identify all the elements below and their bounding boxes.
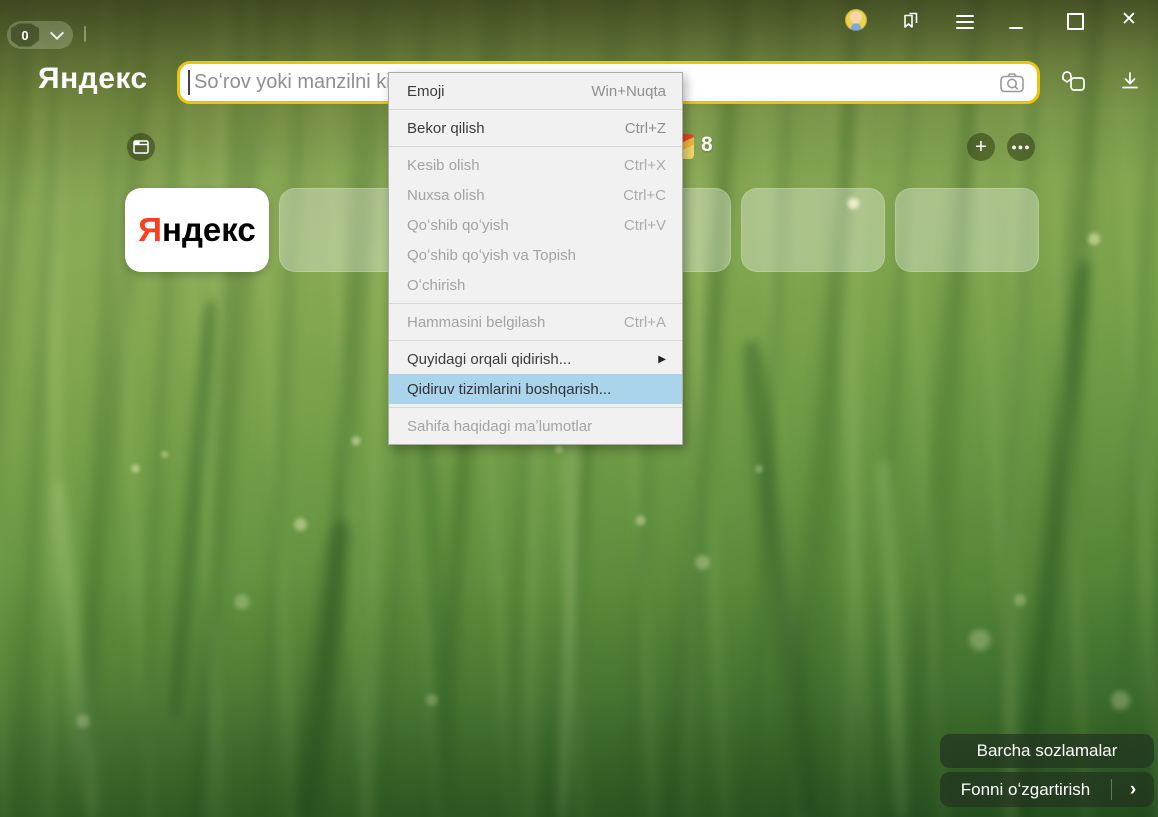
tile-options-button[interactable]: ●●●	[1007, 133, 1035, 161]
menu-item-shortcut: Ctrl+Z	[625, 120, 666, 137]
menu-item-select-all: Hammasini belgilash Ctrl+A	[389, 307, 682, 337]
image-search-icon[interactable]	[999, 72, 1025, 94]
menu-item-label: Sahifa haqidagi maʼlumotlar	[407, 418, 666, 435]
menu-item-label: Bekor qilish	[407, 120, 605, 137]
mail-unread-count[interactable]: 8	[701, 133, 713, 157]
extensions-icon[interactable]	[1060, 70, 1088, 94]
minimize-button[interactable]	[1009, 27, 1023, 29]
menu-item-manage-search-engines[interactable]: Qidiruv tizimlarini boshqarish...	[389, 374, 682, 404]
add-tile-button[interactable]: +	[967, 133, 995, 161]
chevron-right-icon[interactable]: ›	[1112, 779, 1154, 801]
menu-item-delete: Oʻchirish	[389, 270, 682, 300]
menu-separator	[389, 109, 682, 110]
tile-empty[interactable]	[741, 188, 885, 272]
yandex-tile-logo-rest: ндекс	[162, 211, 256, 248]
menu-separator	[389, 146, 682, 147]
yandex-logo[interactable]: Яндекс	[38, 62, 148, 96]
menu-item-shortcut: Ctrl+A	[624, 314, 666, 331]
menu-item-label: Quyidagi orqali qidirish...	[407, 351, 638, 368]
menu-item-label: Emoji	[407, 83, 571, 100]
text-caret	[188, 70, 190, 95]
menu-item-undo[interactable]: Bekor qilish Ctrl+Z	[389, 113, 682, 143]
chevron-down-icon[interactable]	[50, 26, 64, 40]
menu-separator	[389, 303, 682, 304]
yandex-tile-logo-first: Я	[138, 211, 162, 248]
all-settings-label: Barcha sozlamalar	[977, 741, 1118, 761]
tile-yandex[interactable]: Яндекс	[125, 188, 269, 272]
menu-icon[interactable]	[956, 15, 974, 34]
menu-item-label: Qoʻshib qoʻyish va Topish	[407, 247, 666, 264]
maximize-button[interactable]	[1067, 13, 1084, 30]
menu-item-label: Qidiruv tizimlarini boshqarish...	[407, 381, 666, 398]
menu-item-copy: Nuxsa olish Ctrl+C	[389, 180, 682, 210]
menu-item-shortcut: Win+Nuqta	[591, 83, 666, 100]
downloads-icon[interactable]	[1119, 71, 1141, 93]
browser-window: 0 ✕ Яндекс	[0, 0, 1158, 817]
change-background-label: Fonni oʻzgartirish	[940, 780, 1111, 800]
bookmarks-icon[interactable]	[900, 9, 922, 31]
tab-counter-pill[interactable]: 0	[7, 21, 73, 49]
tab-counter-badge[interactable]: 0	[10, 23, 40, 47]
tableau-toggle-button[interactable]	[127, 133, 155, 161]
change-background-button[interactable]: Fonni oʻzgartirish ›	[940, 772, 1154, 807]
menu-item-search-with[interactable]: Quyidagi orqali qidirish... ▶	[389, 344, 682, 374]
menu-item-label: Oʻchirish	[407, 277, 666, 294]
menu-item-emoji[interactable]: Emoji Win+Nuqta	[389, 76, 682, 106]
menu-item-paste-and-search: Qoʻshib qoʻyish va Topish	[389, 240, 682, 270]
menu-item-page-info: Sahifa haqidagi maʼlumotlar	[389, 411, 682, 441]
user-avatar[interactable]	[845, 9, 867, 31]
menu-item-paste: Qoʻshib qoʻyish Ctrl+V	[389, 210, 682, 240]
menu-separator	[389, 340, 682, 341]
menu-item-label: Qoʻshib qoʻyish	[407, 217, 604, 234]
submenu-arrow-icon: ▶	[658, 354, 666, 365]
menu-item-shortcut: Ctrl+V	[624, 217, 666, 234]
menu-item-label: Hammasini belgilash	[407, 314, 604, 331]
yandex-tile-logo: Яндекс	[138, 211, 255, 249]
context-menu: Emoji Win+Nuqta Bekor qilish Ctrl+Z Kesi…	[388, 72, 683, 445]
titlebar: 0 ✕	[0, 0, 1158, 44]
menu-item-label: Kesib olish	[407, 157, 604, 174]
all-settings-button[interactable]: Barcha sozlamalar	[940, 734, 1154, 768]
menu-item-label: Nuxsa olish	[407, 187, 603, 204]
close-button[interactable]: ✕	[1121, 8, 1137, 32]
titlebar-separator	[84, 26, 86, 42]
menu-item-shortcut: Ctrl+C	[623, 187, 666, 204]
tile-empty[interactable]	[895, 188, 1039, 272]
menu-item-cut: Kesib olish Ctrl+X	[389, 150, 682, 180]
menu-separator	[389, 407, 682, 408]
menu-item-shortcut: Ctrl+X	[624, 157, 666, 174]
